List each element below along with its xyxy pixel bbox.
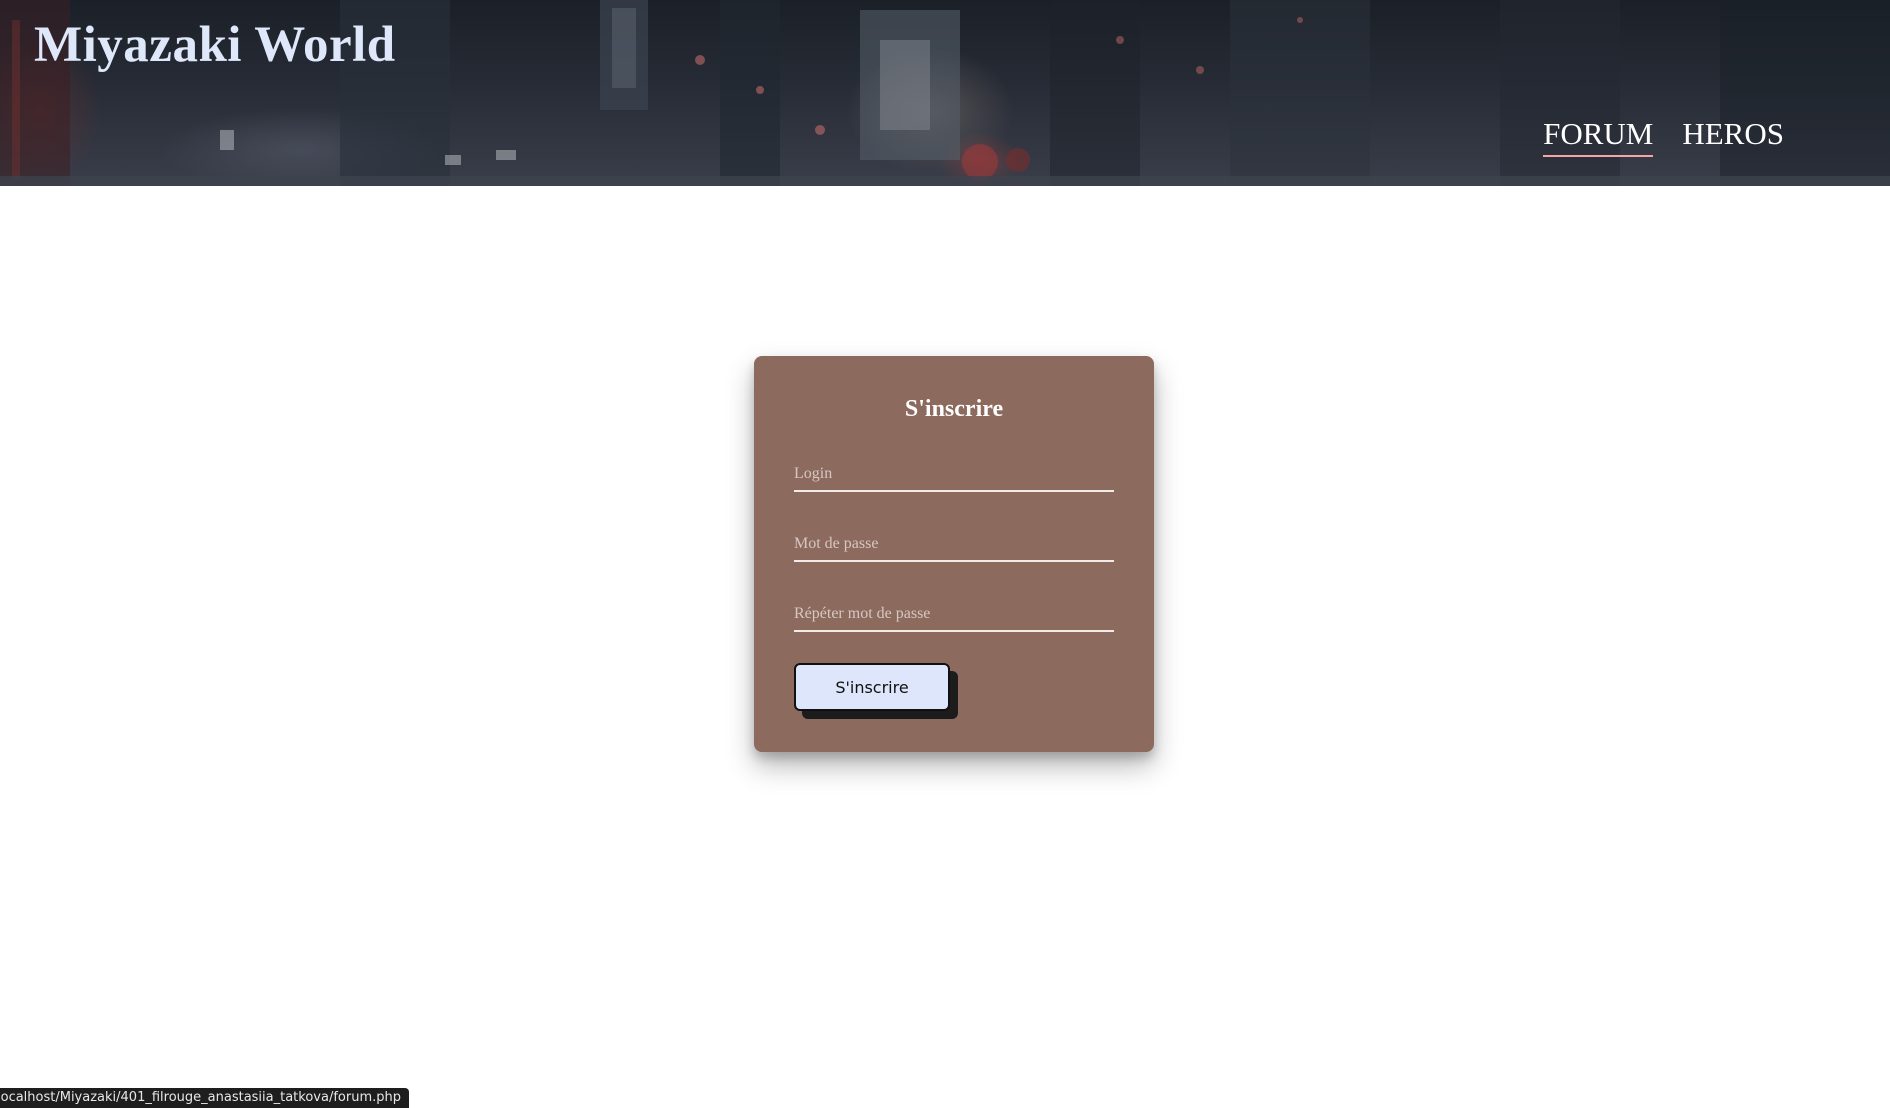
- login-input[interactable]: [794, 458, 1114, 492]
- status-url: localhost/Miyazaki/401_filrouge_anastasi…: [0, 1090, 401, 1105]
- signup-submit-button[interactable]: S'inscrire: [794, 663, 950, 711]
- nav-link-heros[interactable]: HEROS: [1682, 114, 1784, 157]
- nav-link-forum[interactable]: FORUM: [1543, 114, 1654, 157]
- main-nav: FORUM HEROS: [1543, 114, 1784, 157]
- password-input[interactable]: [794, 528, 1114, 562]
- site-title: Miyazaki World: [34, 17, 396, 73]
- submit-button-wrapper: S'inscrire: [794, 663, 958, 719]
- repeat-password-input[interactable]: [794, 598, 1114, 632]
- form-title: S'inscrire: [904, 396, 1004, 422]
- site-header: Miyazaki World FORUM HEROS: [0, 0, 1890, 186]
- browser-status-bar: localhost/Miyazaki/401_filrouge_anastasi…: [0, 1088, 409, 1108]
